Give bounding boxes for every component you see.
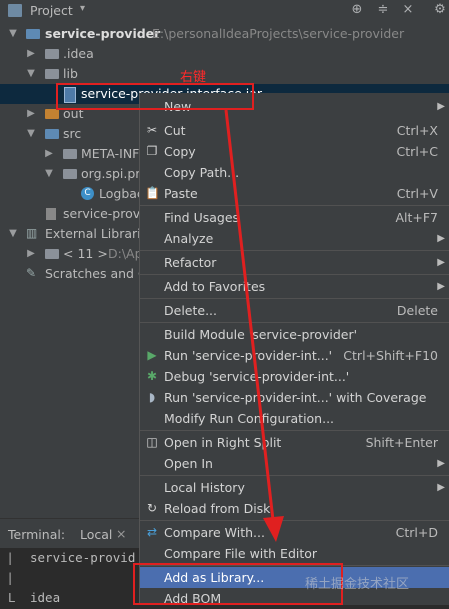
annotation-arrow: [224, 109, 284, 542]
watermark: 稀土掘金技术社区: [305, 577, 410, 592]
